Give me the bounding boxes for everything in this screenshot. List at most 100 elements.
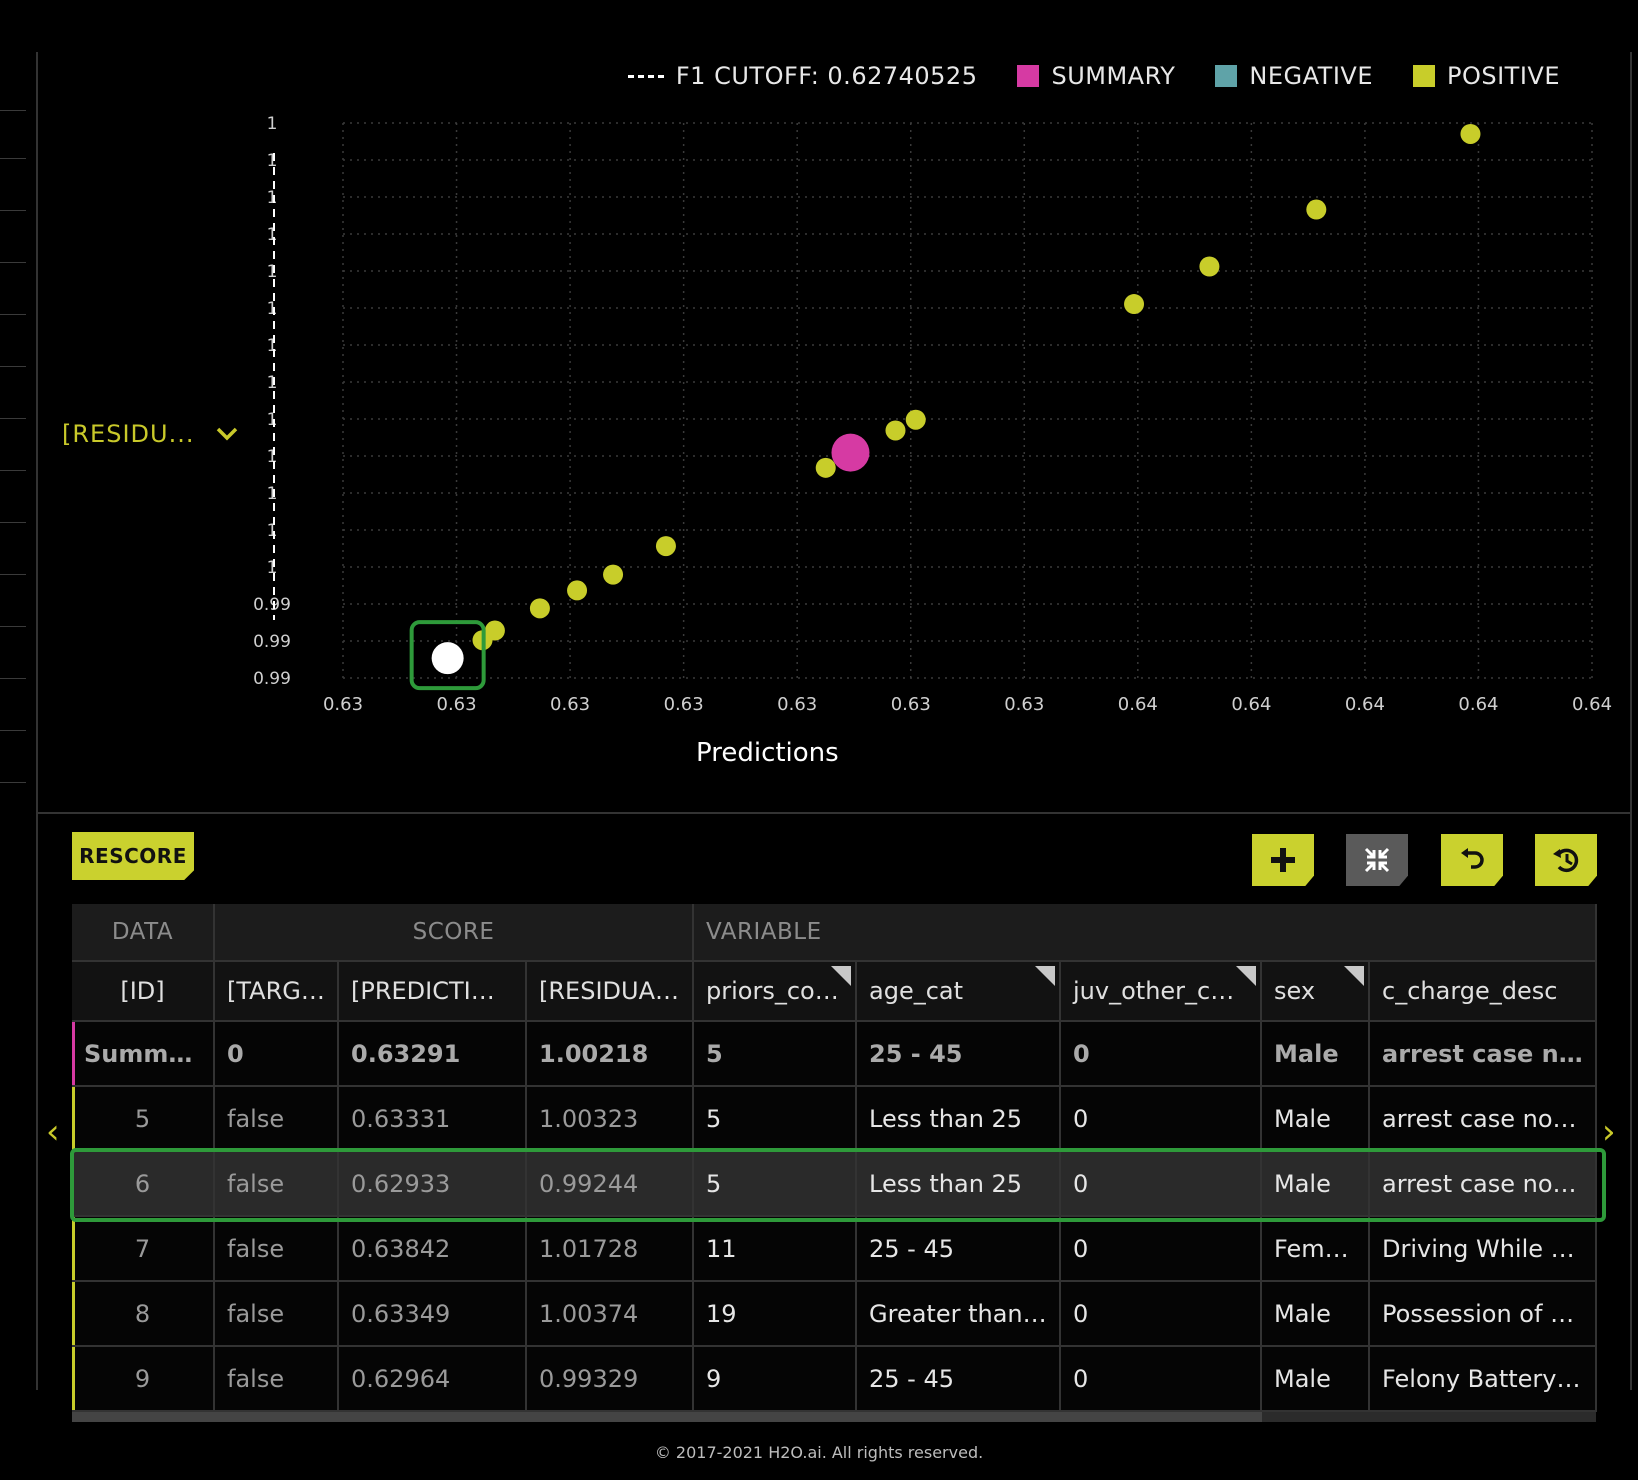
add-button[interactable] [1252,834,1314,886]
y-tick-label: 1 [267,336,278,356]
sort-corner-icon[interactable] [831,966,852,986]
undo-icon [1461,848,1484,869]
positive-point [1460,123,1481,144]
group-data: DATA [72,904,215,962]
table-cell: 0.63331 [338,1086,527,1152]
table-cell: 0.63349 [338,1281,527,1347]
plus-icon [1271,848,1295,872]
x-tick-label: 0.63 [437,694,477,715]
table-cell: 0.63842 [338,1216,527,1282]
col-juv-other-count[interactable]: juv_other_count [1060,961,1263,1022]
table-cell: 0.99244 [526,1151,695,1217]
table-cell: arrest case no c... [1369,1021,1598,1087]
y-tick-label: 1 [267,410,278,430]
table-row[interactable]: 8 false 0.63349 1.00374 19 Greater than … [72,1281,1598,1347]
y-tick-label: 1 [267,484,278,504]
positive-point [529,598,550,619]
table-cell: false [214,1086,339,1152]
table-cell: 0 [214,1021,339,1087]
scrollbar-thumb[interactable] [72,1412,1262,1422]
table-row[interactable]: Summary 0 0.63291 1.00218 5 25 - 45 0 Ma… [72,1021,1598,1087]
table-cell: arrest case no c... [1369,1086,1598,1152]
col-predictions[interactable]: [PREDICTIONS] [338,961,527,1022]
sort-corner-icon[interactable] [1344,966,1365,986]
x-axis-label: Predictions [696,738,839,768]
y-tick-label: 0.99 [253,669,291,689]
col-age-cat[interactable]: age_cat [856,961,1062,1022]
table-cell: 9 [693,1346,858,1412]
table-cell: Greater than 45 [856,1281,1062,1347]
table-row[interactable]: 7 false 0.63842 1.01728 11 25 - 45 0 Fem… [72,1216,1598,1282]
x-tick-label: 0.63 [550,694,590,715]
table-cell: 0.63291 [338,1021,527,1087]
table-cell: 1.01728 [526,1216,695,1282]
table-cell: 5 [693,1151,858,1217]
table-cell: 0 [1060,1021,1263,1087]
sort-corner-icon[interactable] [1236,966,1257,986]
sort-corner-icon[interactable] [1035,966,1056,986]
horizontal-scrollbar[interactable] [72,1412,1596,1422]
table-cell: false [214,1216,339,1282]
table-cell: 8 [72,1281,215,1347]
col-sex[interactable]: sex [1261,961,1371,1022]
col-juv-other-count-label: juv_other_count [1073,977,1262,1005]
footer-copyright: © 2017-2021 H2O.ai. All rights reserved. [654,1443,984,1462]
summary-point [831,433,870,472]
x-tick-label: 0.64 [1458,694,1498,715]
col-priors-count[interactable]: priors_count [693,961,858,1022]
table-cell: Male [1261,1151,1371,1217]
table-cell: Male [1261,1281,1371,1347]
rescore-button[interactable]: RESCORE [72,832,194,880]
table-cell: 19 [693,1281,858,1347]
group-score: SCORE [214,904,695,962]
positive-point [885,420,906,441]
column-header-row: [ID] [TARGET] [PREDICTIONS] [RESIDUALS] … [72,961,1598,1022]
table-cell: Driving While Lic... [1369,1216,1598,1282]
collapse-button[interactable] [1346,834,1408,886]
table-cell: Felony Battery w.. [1369,1346,1598,1412]
table-cell: 0.99329 [526,1346,695,1412]
table-cell: 1.00323 [526,1086,695,1152]
scatter-chart[interactable]: 0.63 0.63 0.63 0.63 0.63 0.63 0.63 0.64 0.64 0.64… [0,0,1638,800]
table-cell: 0 [1060,1151,1263,1217]
column-group-header: DATA SCORE VARIABLE [72,904,1598,962]
y-tick-label: 1 [267,262,278,282]
table-cell: false [214,1281,339,1347]
table-cell: 1.00218 [526,1021,695,1087]
undo-button[interactable] [1441,834,1503,886]
y-tick-label: 1 [267,151,278,171]
y-tick-label: 1 [267,114,278,134]
positive-point [815,457,836,478]
table-cell: 0 [1060,1086,1263,1152]
data-table: DATA SCORE VARIABLE [ID] [TARGET] [PREDI… [72,904,1598,1422]
positive-point [1306,199,1327,220]
history-button[interactable] [1535,834,1597,886]
table-cell: 5 [693,1086,858,1152]
table-cell: false [214,1151,339,1217]
col-id[interactable]: [ID] [72,961,215,1022]
prev-page-button[interactable]: ‹ [46,1112,60,1152]
col-c-charge-desc[interactable]: c_charge_desc [1369,961,1598,1022]
table-row[interactable]: 9 false 0.62964 0.99329 9 25 - 45 0 Male… [72,1346,1598,1412]
table-cell: 5 [693,1021,858,1087]
x-tick-label: 0.63 [1004,694,1044,715]
y-tick-label: 1 [267,447,278,467]
table-cell: Possession of Co.. [1369,1281,1598,1347]
col-residuals[interactable]: [RESIDUALS] [526,961,695,1022]
table-cell: 0.62933 [338,1151,527,1217]
table-cell: Less than 25 [856,1151,1062,1217]
positive-point [484,620,505,641]
table-row-selected[interactable]: 6 false 0.62933 0.99244 5 Less than 25 0… [72,1151,1598,1217]
x-tick-label: 0.63 [664,694,704,715]
x-tick-label: 0.63 [777,694,817,715]
selected-point [431,642,464,675]
table-cell: 25 - 45 [856,1021,1062,1087]
next-page-button[interactable]: › [1602,1112,1616,1152]
y-tick-label: 1 [267,225,278,245]
y-tick-label: 1 [267,188,278,208]
table-cell: 0 [1060,1281,1263,1347]
history-icon [1553,848,1579,873]
table-cell: 5 [72,1086,215,1152]
col-target[interactable]: [TARGET] [214,961,339,1022]
table-row[interactable]: 5 false 0.63331 1.00323 5 Less than 25 0… [72,1086,1598,1152]
